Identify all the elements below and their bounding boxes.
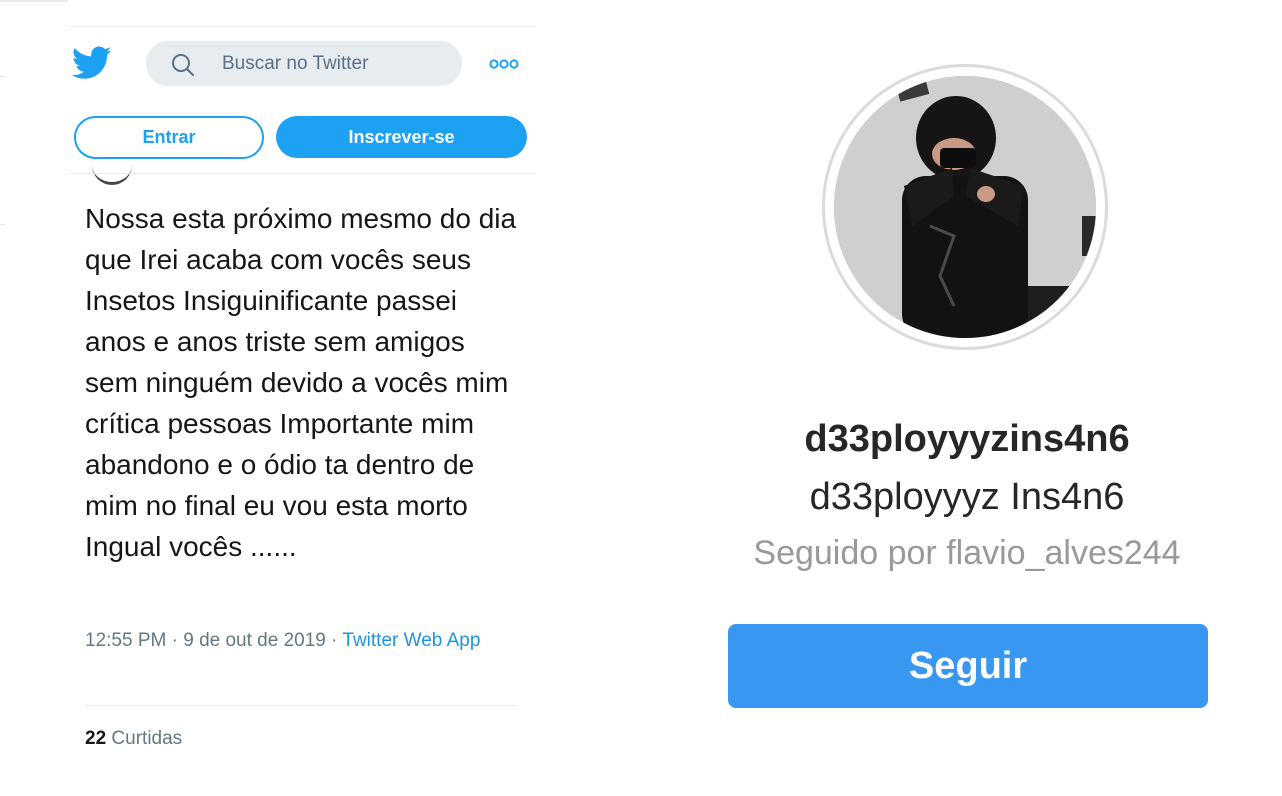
tweet-date[interactable]: 9 de out de 2019 xyxy=(183,630,326,651)
twitter-bird-icon[interactable] xyxy=(72,46,112,80)
profile-full-name: d33ployyyz Ins4n6 xyxy=(809,476,1125,518)
edge-artifact xyxy=(0,76,6,77)
separator-dot: · xyxy=(331,630,343,651)
search-box[interactable] xyxy=(146,41,462,86)
likes-count[interactable]: 22 Curtidas xyxy=(85,728,182,750)
follow-button[interactable]: Seguir xyxy=(728,624,1208,708)
tweet-metadata: 12:55 PM · 9 de out de 2019 · Twitter We… xyxy=(85,627,505,654)
search-input[interactable] xyxy=(222,41,452,86)
divider xyxy=(85,705,517,706)
search-icon xyxy=(172,54,194,76)
profile-avatar[interactable] xyxy=(834,76,1096,338)
more-options-icon[interactable] xyxy=(488,57,520,71)
likes-number: 22 xyxy=(85,728,107,749)
tweet-source-link[interactable]: Twitter Web App xyxy=(342,630,480,651)
edge-artifact xyxy=(0,224,6,225)
profile-username: d33ployyyzins4n6 xyxy=(804,418,1130,460)
login-button[interactable]: Entrar xyxy=(74,116,264,159)
screenshot-canvas: Entrar Inscrever-se Nossa esta próximo m… xyxy=(0,0,1282,796)
likes-label: Curtidas xyxy=(111,728,183,749)
followed-by-text[interactable]: Seguido por flavio_alves244 xyxy=(722,534,1212,573)
twitter-panel: Entrar Inscrever-se Nossa esta próximo m… xyxy=(68,0,536,796)
profile-photo-image xyxy=(834,76,1096,338)
tweet-author-avatar[interactable] xyxy=(92,154,132,185)
tweet-text: Nossa esta próximo mesmo do dia que Irei… xyxy=(85,203,517,562)
tweet-time[interactable]: 12:55 PM xyxy=(85,630,166,651)
signup-button[interactable]: Inscrever-se xyxy=(276,116,527,158)
separator-dot: · xyxy=(171,630,184,651)
divider xyxy=(68,173,536,174)
